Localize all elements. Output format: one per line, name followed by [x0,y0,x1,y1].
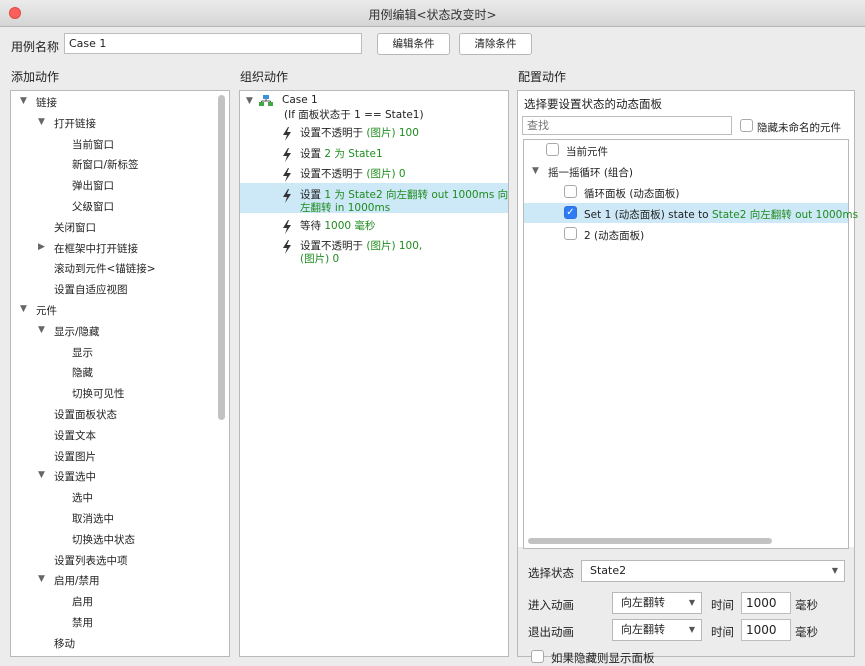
add-actions-tree [10,90,230,657]
action-item-continuation: (图片) 0 [300,253,340,265]
clear-conditions-button[interactable]: 清除条件 [459,33,532,55]
loop-panel-label: 循环面板 (动态面板) [584,188,680,200]
exit-time-input[interactable]: 1000 [741,619,791,641]
chevron-down-icon: ▼ [688,598,695,607]
action-tree-item[interactable]: 切换选中状态 [72,532,135,547]
collapse-icon[interactable]: ▼ [38,574,45,584]
action-tree-item[interactable]: 禁用 [72,615,93,630]
action-item[interactable]: 设置不透明于 (图片) 100 [300,125,419,140]
collapse-icon[interactable]: ▼ [38,325,45,335]
action-tree-item[interactable]: 弹出窗口 [72,178,114,193]
collapse-icon[interactable]: ▼ [20,96,27,106]
set1-checkbox[interactable]: ✓ [564,206,577,219]
current-widget-label: 当前元件 [566,146,608,158]
action-tree-item[interactable]: 设置面板状态 [54,407,117,422]
action-tree-item[interactable]: 父级窗口 [72,199,114,214]
group-label: 摇一摇循环 (组合) [548,167,634,179]
configure-actions-heading: 配置动作 [518,70,567,84]
select-state-dropdown[interactable]: State2 ▼ [581,560,845,582]
lightning-icon [282,148,292,162]
action-tree-item[interactable]: 隐藏 [72,365,93,380]
collapse-icon[interactable]: ▼ [38,117,45,127]
exit-time-label: 时间 [711,625,734,639]
exit-animation-dropdown[interactable]: 向左翻转 ▼ [612,619,702,641]
action-tree-item[interactable]: 切换可见性 [72,386,125,401]
edit-conditions-button[interactable]: 编辑条件 [377,33,450,55]
title-bar: 用例编辑<状态改变时> [0,0,865,27]
expand-icon[interactable]: ▶ [38,242,45,252]
set1-label: Set 1 (动态面板) state to State2 向左翻转 out 10… [584,209,859,221]
action-tree-item[interactable]: 设置自适应视图 [54,282,128,297]
add-actions-heading: 添加动作 [11,70,60,84]
action-tree-item[interactable]: 移动 [54,636,75,651]
action-tree-item[interactable]: 显示 [72,345,93,360]
action-item[interactable]: 设置不透明于 (图片) 0 [300,166,406,181]
chevron-down-icon: ▼ [688,625,695,634]
organize-actions-heading: 组织动作 [240,70,289,84]
exit-ms-unit: 毫秒 [795,625,818,639]
lightning-icon [282,240,292,254]
select-state-label: 选择状态 [528,566,574,580]
action-tree-item[interactable]: 设置选中 [54,469,96,484]
action-tree-item[interactable]: 在框架中打开链接 [54,241,138,256]
hide-unnamed-label: 隐藏未命名的元件 [757,122,841,134]
enter-animation-label: 进入动画 [528,598,574,612]
lightning-icon [282,168,292,182]
current-widget-checkbox[interactable] [546,143,559,156]
search-input[interactable] [522,116,732,135]
show-if-hidden-label: 如果隐藏则显示面板 [551,651,655,665]
action-item-continuation: 左翻转 in 1000ms [300,202,391,214]
action-tree-item[interactable]: 链接 [36,95,57,110]
action-tree-item[interactable]: 启用/禁用 [54,573,100,588]
action-tree-item[interactable]: 关闭窗口 [54,220,96,235]
hide-unnamed-checkbox[interactable] [740,119,753,132]
lightning-icon [282,220,292,234]
enter-ms-unit: 毫秒 [795,598,818,612]
chevron-down-icon: ▼ [831,566,838,575]
case-name-label: 用例名称 [11,40,60,54]
panel2-checkbox[interactable] [564,227,577,240]
loop-panel-checkbox[interactable] [564,185,577,198]
case-title[interactable]: Case 1 [282,94,318,106]
action-tree-item[interactable]: 元件 [36,303,57,318]
horizontal-scrollbar[interactable] [528,538,772,544]
lightning-icon [282,189,292,203]
action-tree-item[interactable]: 选中 [72,490,93,505]
action-item[interactable]: 设置 2 为 State1 [300,146,383,161]
action-tree-item[interactable]: 显示/隐藏 [54,324,100,339]
action-tree-item[interactable]: 设置文本 [54,428,96,443]
action-tree-item[interactable]: 滚动到元件<锚链接> [54,261,156,276]
case-condition: (If 面板状态于 1 == State1) [284,109,424,121]
collapse-icon[interactable]: ▼ [20,304,27,314]
case-icon [259,95,273,107]
scrollbar[interactable] [218,95,225,420]
lightning-icon [282,127,292,141]
action-item[interactable]: 等待 1000 毫秒 [300,218,375,233]
dynamic-panel-tree [523,139,849,549]
action-tree-item[interactable]: 设置图片 [54,449,96,464]
collapse-icon[interactable]: ▼ [38,470,45,480]
enter-animation-dropdown[interactable]: 向左翻转 ▼ [612,592,702,614]
case-name-input[interactable]: Case 1 [64,33,362,54]
enter-time-input[interactable]: 1000 [741,592,791,614]
expand-group-icon[interactable]: ▼ [532,166,539,176]
action-tree-item[interactable]: 新窗口/新标签 [72,157,139,172]
action-tree-item[interactable]: 取消选中 [72,511,114,526]
action-tree-item[interactable]: 当前窗口 [72,137,114,152]
action-tree-item[interactable]: 启用 [72,594,93,609]
panel-selector-subtitle: 选择要设置状态的动态面板 [524,97,662,111]
window-title: 用例编辑<状态改变时> [368,8,497,22]
enter-time-label: 时间 [711,598,734,612]
panel2-label: 2 (动态面板) [584,230,645,242]
collapse-case-icon[interactable]: ▼ [246,96,253,106]
action-tree-item[interactable]: 设置列表选中项 [54,553,128,568]
exit-animation-label: 退出动画 [528,625,574,639]
action-tree-item[interactable]: 打开链接 [54,116,96,131]
